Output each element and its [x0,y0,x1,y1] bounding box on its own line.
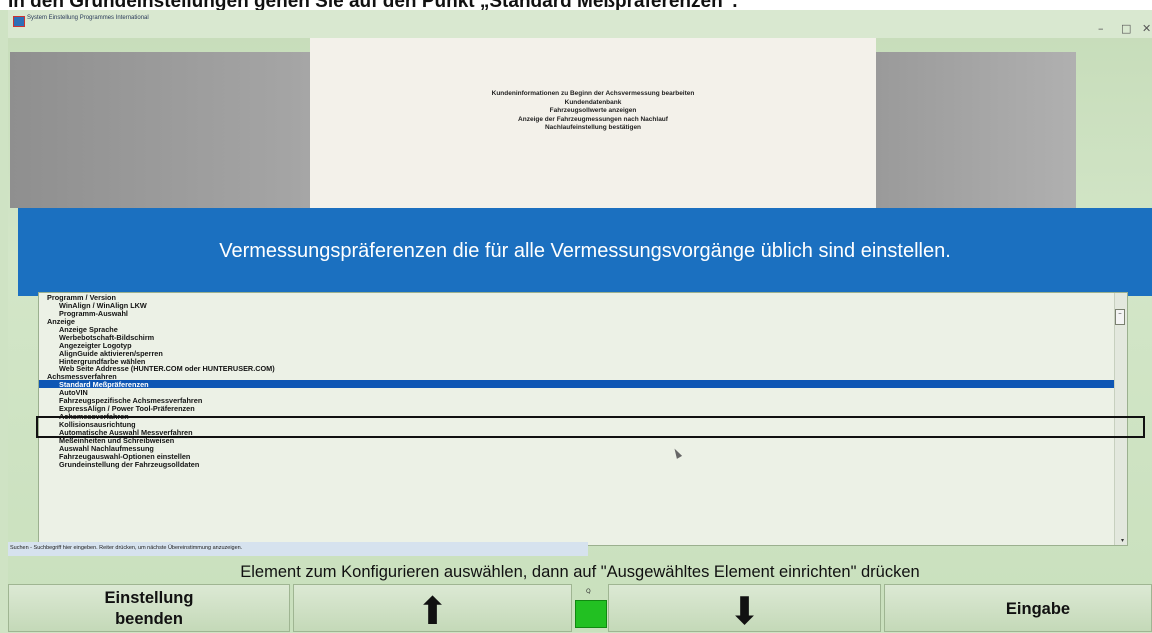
list-item[interactable]: AlignGuide aktivieren/sperren [39,349,1127,358]
list-item[interactable]: Fahrzeugspezifische Achsmessverfahren [39,396,1127,405]
list-item[interactable]: AutoVIN [39,388,1127,397]
move-down-button[interactable]: ⬇ [608,584,881,633]
info-panel: Kundeninformationen zu Beginn der Achsve… [8,38,1152,208]
image-placeholder-left [10,52,310,208]
list-item[interactable]: Angezeigter Logotyp [39,341,1127,350]
move-up-button[interactable]: ⬆ [293,584,572,633]
search-input[interactable]: Suchen - Suchbegriff hier eingeben. Reit… [8,542,588,556]
window-titlebar: System Einstellung Programmes Internatio… [8,10,1152,38]
info-line: Fahrzeugsollwerte anzeigen [549,107,637,114]
list-item[interactable]: Fahrzeugauswahl-Optionen einstellen [39,452,1127,461]
info-line: Anzeige der Fahrzeugmessungen nach Nachl… [518,115,668,123]
list-category[interactable]: Programm / Version [39,293,1127,302]
monitor-screen: System Einstellung Programmes Internatio… [8,10,1152,633]
banner-text: Vermessungspräferenzen die für alle Verm… [219,240,951,262]
scroll-up-button[interactable]: – [1115,309,1125,325]
selection-highlight-frame [36,416,1145,438]
tutorial-caption: In den Grundeinstellungen gehen Sie auf … [0,0,1152,10]
list-item[interactable]: Standard Meßpräferenzen [39,380,1127,389]
info-lines: Kundeninformationen zu Beginn der Achsve… [310,90,876,133]
close-icon[interactable]: ✕ [1142,22,1151,35]
app-icon [13,16,25,27]
customer-info-box: Kundeninformationen zu Beginn der Achsve… [310,38,876,208]
description-banner: Vermessungspräferenzen die für alle Verm… [18,208,1152,296]
settings-list-rows: Programm / Version WinAlign / WinAlign LK… [39,293,1127,469]
list-item[interactable]: Hintergrundfarbe wählen [39,357,1127,366]
instruction-text: Element zum Konfigurieren auswählen, dan… [240,563,920,581]
exit-settings-label-line1: Einstellung [104,589,194,607]
arrow-up-icon: ⬆ [416,589,449,633]
scroll-down-button[interactable]: ▾ [1121,537,1124,544]
image-placeholder-right [876,52,1076,208]
list-category[interactable]: Anzeige [39,317,1127,326]
arrow-down-icon: ⬇ [728,589,761,633]
list-item[interactable]: Anzeige Sprache [39,325,1127,334]
list-category[interactable]: Achsmessverfahren [39,372,1127,381]
enter-button[interactable]: Eingabe [884,584,1152,632]
search-hint: Suchen - Suchbegriff hier eingeben. Reit… [10,545,243,551]
info-line: Kundendatenbank [564,98,622,106]
window-title: System Einstellung Programmes Internatio… [27,15,149,21]
exit-settings-label-line2: beenden [115,610,183,628]
list-item[interactable]: Werbebotschaft-Bildschirm [39,333,1127,342]
list-item[interactable]: Programm-Auswahl [39,309,1127,318]
list-item[interactable]: ExpressAlign / Power Tool-Präferenzen [39,404,1127,413]
status-indicator [575,600,607,628]
enter-label: Eingabe [1005,600,1071,618]
list-item[interactable]: WinAlign / WinAlign LKW [39,301,1127,310]
list-item[interactable]: Auswahl Nachlaufmessung [39,444,1127,453]
exit-settings-button[interactable]: Einstellung beenden [8,584,290,632]
info-line: Kundeninformationen zu Beginn der Achsve… [491,90,695,97]
restore-icon[interactable]: □ [1121,22,1131,35]
caption-text: In den Grundeinstellungen gehen Sie auf … [8,0,737,10]
indicator-label: Q [586,588,591,595]
info-line: Nachlaufeinstellung bestätigen [544,124,642,131]
minimize-icon[interactable]: – [1098,22,1104,35]
list-item[interactable]: Grundeinstellung der Fahrzeugsolldaten [39,460,1127,469]
list-item[interactable]: Web Seite Addresse (HUNTER.COM oder HUNT… [39,364,1127,373]
